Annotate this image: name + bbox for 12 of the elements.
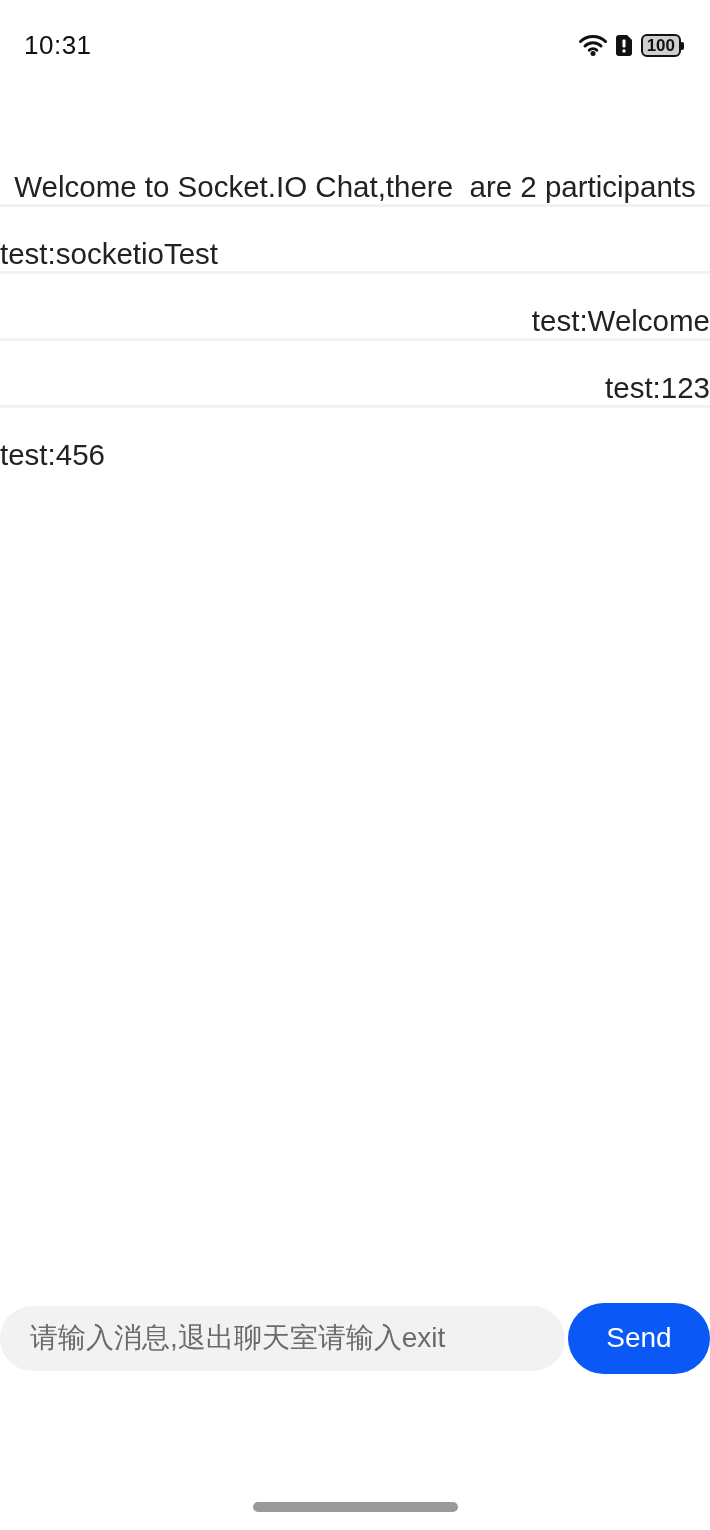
- chat-message: test:456: [0, 438, 105, 472]
- status-time: 10:31: [24, 29, 92, 61]
- battery-indicator: 100: [640, 33, 681, 57]
- home-indicator[interactable]: [252, 1502, 458, 1512]
- chat-message: test:123: [605, 371, 710, 405]
- sim-alert-icon: [615, 34, 632, 56]
- welcome-message: Welcome to Socket.IO Chat,there are 2 participants: [13, 169, 697, 204]
- chat-message: test:socketioTest: [0, 237, 219, 271]
- wifi-icon: [578, 34, 607, 56]
- chat-message: test:Welcome: [531, 304, 710, 338]
- send-button[interactable]: Send: [568, 1302, 710, 1374]
- message-input[interactable]: 请输入消息,退出聊天室请输入exit: [0, 1305, 565, 1371]
